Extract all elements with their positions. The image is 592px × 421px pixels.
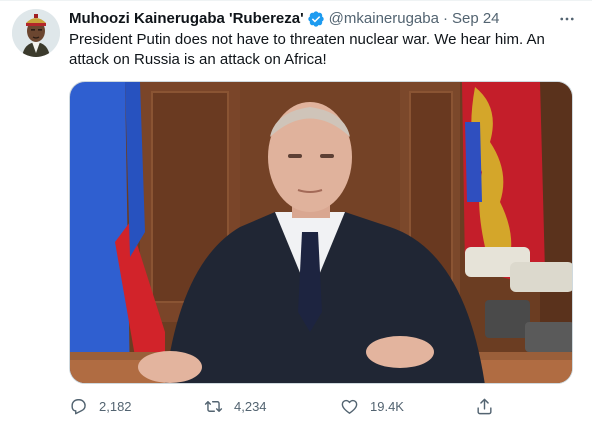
reply-icon <box>71 398 86 414</box>
author-handle[interactable]: @mkainerugaba <box>329 9 439 29</box>
like-button[interactable]: 19.4K <box>340 395 404 417</box>
reply-count: 2,182 <box>99 398 132 414</box>
author-name[interactable]: Muhoozi Kainerugaba 'Rubereza' <box>69 9 304 29</box>
more-icon[interactable] <box>556 9 578 29</box>
separator-dot: · <box>442 10 448 27</box>
share-icon <box>477 398 492 414</box>
reply-button[interactable]: 2,182 <box>69 395 132 417</box>
verified-badge-icon <box>307 10 325 28</box>
avatar[interactable] <box>12 9 60 57</box>
tweet-text: President Putin does not have to threate… <box>69 31 545 68</box>
tweet-header: Muhoozi Kainerugaba 'Rubereza' @mkaineru… <box>69 9 500 29</box>
like-icon <box>341 399 358 414</box>
share-button[interactable] <box>475 395 494 417</box>
like-count: 19.4K <box>370 398 404 414</box>
retweet-count: 4,234 <box>234 398 267 414</box>
tweet-media-photo[interactable] <box>69 81 573 384</box>
tweet-date[interactable]: Sep 24 <box>452 9 500 29</box>
tweet[interactable]: Muhoozi Kainerugaba 'Rubereza' @mkaineru… <box>0 0 592 421</box>
tweet-actions: 2,182 4,234 19.4K <box>69 395 509 417</box>
retweet-button[interactable]: 4,234 <box>204 395 267 417</box>
retweet-icon <box>204 400 223 412</box>
